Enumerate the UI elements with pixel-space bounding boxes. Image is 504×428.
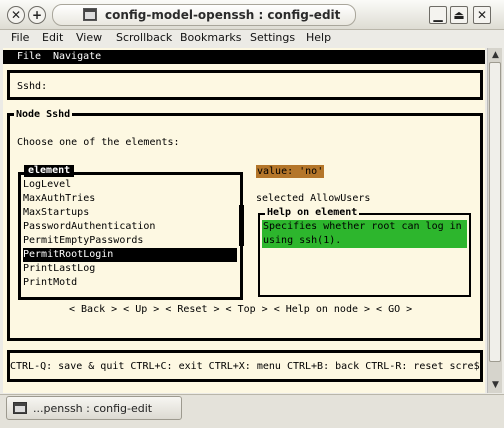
list-item[interactable]: PermitEmptyPasswords <box>23 234 237 248</box>
value-label: value: 'no' <box>256 165 325 178</box>
menubar: File Edit View Scrollback Bookmarks Sett… <box>0 30 504 47</box>
list-item[interactable]: LogLevel <box>23 178 237 192</box>
help-text: Specifies whether root can log in using … <box>262 220 468 248</box>
menu-settings[interactable]: Settings <box>250 31 295 45</box>
nav-buttons[interactable]: < Back > < Up > < Reset > < Top > < Help… <box>69 304 412 316</box>
window-titlebar: ✕ + config-model-openssh : config-edit ▁… <box>0 0 504 30</box>
list-item[interactable]: PrintLastLog <box>23 262 237 276</box>
tui-menubar: File Navigate <box>3 50 485 64</box>
node-title: Node Sshd <box>14 109 73 121</box>
list-item[interactable]: PrintMotd <box>23 276 237 290</box>
scrollbar-thumb[interactable] <box>489 62 501 362</box>
help-title: Help on element <box>265 207 360 219</box>
menu-help[interactable]: Help <box>306 31 331 45</box>
menu-view[interactable]: View <box>76 31 102 45</box>
close-window-icon[interactable]: ✕ <box>7 6 25 24</box>
list-scroll-thumb[interactable] <box>239 205 244 246</box>
maximize-icon[interactable]: ⏏ <box>450 6 468 24</box>
tui-menu-navigate[interactable]: Navigate <box>53 51 101 63</box>
menu-bookmarks[interactable]: Bookmarks <box>180 31 241 45</box>
status-line: CTRL-Q: save & quit CTRL+C: exit CTRL+X:… <box>10 361 480 372</box>
new-tab-icon[interactable]: + <box>28 6 46 24</box>
terminal-icon <box>13 402 27 414</box>
list-item-selected[interactable]: PermitRootLogin <box>23 248 237 262</box>
taskbar: ...penssh : config-edit <box>0 394 504 428</box>
scroll-down-icon[interactable]: ▼ <box>490 380 501 391</box>
prompt-text: Choose one of the elements: <box>17 137 180 148</box>
menu-edit[interactable]: Edit <box>42 31 63 45</box>
tui-menu-file[interactable]: File <box>17 51 41 63</box>
list-item[interactable]: PasswordAuthentication <box>23 220 237 234</box>
taskbar-item[interactable]: ...penssh : config-edit <box>6 396 182 420</box>
close-icon[interactable]: ✕ <box>473 6 491 24</box>
element-list-title: element <box>24 165 75 177</box>
list-item[interactable]: MaxAuthTries <box>23 192 237 206</box>
list-item[interactable]: MaxStartups <box>23 206 237 220</box>
menu-scrollback[interactable]: Scrollback <box>116 31 172 45</box>
path-box <box>7 70 483 100</box>
terminal[interactable]: File Navigate Sshd: Node Sshd Choose one… <box>3 48 485 393</box>
taskbar-item-label: ...penssh : config-edit <box>33 402 153 415</box>
scroll-up-icon[interactable]: ▲ <box>490 50 501 61</box>
minimize-icon[interactable]: ▁ <box>429 6 447 24</box>
window-title: config-model-openssh : config-edit <box>105 8 341 22</box>
vertical-scrollbar[interactable]: ▲ ▼ <box>487 48 502 393</box>
terminal-icon <box>83 8 97 21</box>
path-text: Sshd: <box>17 81 48 92</box>
menu-file[interactable]: File <box>11 31 29 45</box>
selected-text: selected AllowUsers <box>256 193 371 204</box>
window-title-pill: config-model-openssh : config-edit <box>52 4 356 26</box>
